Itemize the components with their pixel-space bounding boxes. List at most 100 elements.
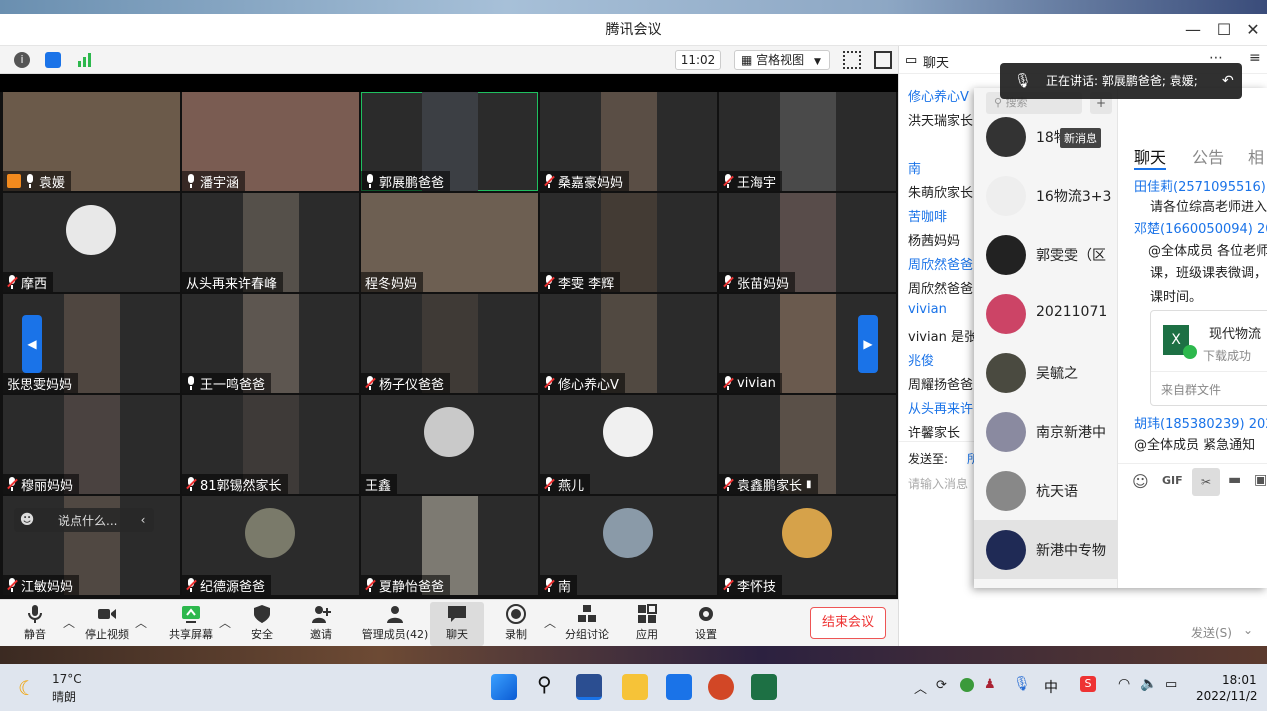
share-screen-button[interactable]: 共享屏幕 (161, 602, 221, 646)
stop-video-button[interactable]: 停止视频 (77, 602, 137, 646)
chat-button[interactable]: 聊天 (430, 602, 484, 646)
qq-tab-notice[interactable]: 公告 (1192, 144, 1224, 168)
send-options-chevron[interactable]: ⌄ (1243, 623, 1253, 637)
fullscreen-icon[interactable] (843, 51, 861, 69)
video-tile[interactable]: 摩西 (3, 193, 180, 292)
undo-icon[interactable]: ↶ (1222, 63, 1234, 99)
video-tile[interactable]: 桑嘉豪妈妈 (540, 92, 717, 191)
search-icon[interactable]: ⚲ (537, 672, 552, 696)
quick-chat-bar[interactable]: ☻ 说点什么... ‹ (14, 508, 154, 532)
video-options-chevron[interactable]: ︿ (135, 614, 147, 631)
invite-button[interactable]: 邀请 (291, 602, 351, 646)
emoji-icon[interactable]: ☺ (1132, 472, 1149, 491)
view-mode-dropdown[interactable]: ▦ 宫格视图 ▼ (734, 50, 830, 70)
qq-contact-item[interactable]: 吴毓之 (974, 343, 1118, 402)
qq-contact-name: 20211071 (1036, 304, 1108, 320)
sync-icon[interactable]: ⟳ (936, 678, 947, 693)
video-tile[interactable]: 潘宇涵 (182, 92, 359, 191)
sidebar-toggle-icon[interactable] (874, 51, 892, 69)
scissors-icon[interactable]: ✂ (1192, 468, 1220, 496)
participant-name: 燕儿 (558, 478, 585, 494)
avatar (245, 508, 295, 558)
maximize-button[interactable]: ☐ (1209, 14, 1239, 46)
chat-icon: ▭ (905, 53, 918, 68)
menu-icon[interactable]: ≡ (1249, 50, 1261, 66)
video-tile[interactable]: 修心养心V (540, 294, 717, 393)
qq-message-header: 胡玮(185380239) 2022/ (1134, 417, 1267, 432)
windows-start-icon[interactable] (491, 674, 517, 700)
image-icon[interactable]: ▣ (1254, 472, 1267, 488)
video-tile[interactable]: 张苗妈妈 (719, 193, 896, 292)
video-tile[interactable]: 杨子仪爸爸 (361, 294, 538, 393)
app-tray-icon[interactable]: ♟ (984, 677, 996, 692)
volume-icon[interactable]: 🔈 (1140, 676, 1157, 692)
share-options-chevron[interactable]: ︿ (219, 614, 231, 631)
qq-contact-item[interactable]: 20211071 (974, 284, 1118, 343)
temperature[interactable]: 17°C (52, 672, 82, 686)
sogou-ime-icon[interactable]: S (1080, 676, 1096, 692)
mute-button[interactable]: 静音 (5, 602, 65, 646)
video-tile[interactable]: 袁媛 (3, 92, 180, 191)
powerpoint-icon[interactable] (708, 674, 734, 700)
end-meeting-button[interactable]: 结束会议 (810, 607, 886, 639)
breakout-button[interactable]: 分组讨论 (557, 602, 617, 646)
record-options-chevron[interactable]: ︿ (544, 614, 556, 631)
qq-contact-item[interactable]: 16物流3+3 (974, 166, 1118, 225)
video-tile[interactable]: 纪德源爸爸 (182, 496, 359, 595)
security-tray-icon[interactable] (960, 678, 974, 692)
video-tile[interactable]: 从头再来许春峰 (182, 193, 359, 292)
video-tile[interactable]: 王鑫 (361, 395, 538, 494)
emoji-icon[interactable]: ☻ (14, 512, 40, 528)
tencent-meeting-icon[interactable] (576, 674, 602, 700)
record-button[interactable]: 录制 (486, 602, 546, 646)
file-card[interactable]: X 现代物流 下载成功 来自群文件 (1150, 310, 1267, 406)
security-button[interactable]: 安全 (232, 602, 292, 646)
minimize-button[interactable]: — (1178, 14, 1208, 46)
mute-options-chevron[interactable]: ︿ (63, 614, 75, 631)
ime-indicator[interactable]: 中 (1044, 677, 1058, 697)
video-tile[interactable]: 王一鸣爸爸 (182, 294, 359, 393)
weather-condition[interactable]: 晴朗 (52, 688, 76, 705)
members-button[interactable]: 管理成员(42) (355, 602, 435, 646)
close-button[interactable]: ✕ (1238, 14, 1267, 46)
clock-date[interactable]: 2022/11/2 (1196, 689, 1258, 703)
settings-button[interactable]: 设置 (676, 602, 736, 646)
qq-contact-item[interactable]: 杭天语 (974, 461, 1118, 520)
video-tile[interactable]: 袁鑫鹏家长 ▮ (719, 395, 896, 494)
prev-page-button[interactable]: ◀ (22, 315, 42, 373)
video-tile[interactable]: 程冬妈妈 (361, 193, 538, 292)
apps-button[interactable]: 应用 (617, 602, 677, 646)
quick-chat-input[interactable]: 说点什么... (40, 512, 132, 529)
send-button[interactable]: 发送(S) (1191, 624, 1232, 641)
video-tile[interactable]: 夏静怡爸爸 (361, 496, 538, 595)
excel-icon[interactable] (751, 674, 777, 700)
lark-icon[interactable] (666, 674, 692, 700)
gif-icon[interactable]: GIF (1162, 474, 1183, 487)
tray-expand-icon[interactable]: ︿ (914, 678, 927, 697)
video-tile[interactable]: 王海宇 (719, 92, 896, 191)
qq-tab-album[interactable]: 相 (1248, 144, 1264, 168)
video-tile[interactable]: 81郭锡然家长 (182, 395, 359, 494)
clock-time[interactable]: 18:01 (1222, 673, 1257, 687)
chat-input[interactable]: 请输入消息 (908, 475, 968, 492)
shield-icon[interactable] (45, 52, 61, 68)
collapse-icon[interactable]: ‹ (132, 513, 154, 527)
qq-contact-item[interactable]: 新港中专物 (974, 520, 1118, 579)
video-tile[interactable]: 穆丽妈妈 (3, 395, 180, 494)
video-tile[interactable]: 南 (540, 496, 717, 595)
video-tile[interactable]: 郭展鹏爸爸 (361, 92, 538, 191)
mic-tray-icon[interactable]: 🎙 (1013, 676, 1031, 692)
file-explorer-icon[interactable] (622, 674, 648, 700)
folder-icon[interactable]: ▬ (1228, 472, 1241, 488)
qq-tab-chat[interactable]: 聊天 (1134, 144, 1167, 170)
video-tile[interactable]: 李怀技 (719, 496, 896, 595)
video-tile[interactable]: 李雯 李辉 (540, 193, 717, 292)
signal-icon[interactable] (76, 52, 92, 68)
video-tile[interactable]: 燕儿 (540, 395, 717, 494)
wifi-icon[interactable]: ◠ (1118, 676, 1130, 692)
qq-contact-item[interactable]: 郭雯雯（区 (974, 225, 1118, 284)
qq-contact-item[interactable]: 南京新港中 (974, 402, 1118, 461)
next-page-button[interactable]: ▶ (858, 315, 878, 373)
info-icon[interactable]: i (14, 52, 30, 68)
battery-icon[interactable]: ▭ (1165, 677, 1177, 692)
